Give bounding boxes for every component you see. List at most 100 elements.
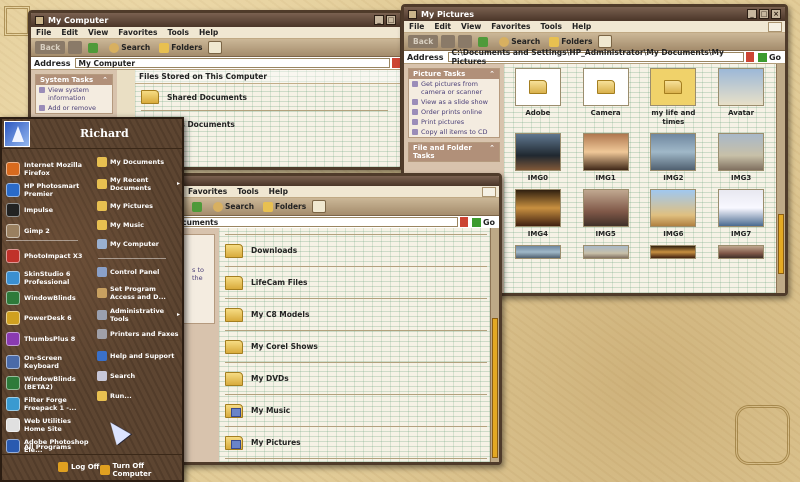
program-item[interactable]: WindowBlinds (4, 291, 92, 305)
menu-view[interactable]: View (456, 22, 486, 31)
program-item[interactable]: Internet Mozilla Firefox (4, 161, 92, 177)
address-dropdown[interactable] (459, 217, 468, 227)
menu-favorites[interactable]: Favorites (183, 187, 232, 196)
vertical-scrollbar[interactable] (490, 228, 499, 462)
menu-file[interactable]: File (31, 28, 56, 37)
thumbnail-item[interactable]: IMG6 (643, 189, 703, 239)
minimize-button[interactable]: _ (374, 15, 384, 25)
folders-button[interactable]: Folders (156, 41, 205, 54)
folder-row[interactable]: My C8 Models (219, 299, 499, 330)
folder-row[interactable]: My Music (219, 395, 499, 426)
folders-button[interactable]: Folders (260, 200, 309, 213)
back-button[interactable]: Back (408, 35, 439, 48)
folder-row[interactable]: My Pictures (219, 427, 499, 458)
scroll-thumb[interactable] (778, 214, 784, 274)
thumbnail-item[interactable]: IMG2 (643, 133, 703, 183)
search-button[interactable]: Search (106, 41, 153, 54)
log-off-button[interactable]: Log Off (58, 462, 99, 472)
folder-row[interactable]: LifeCam Files (219, 267, 499, 298)
titlebar[interactable] (153, 176, 499, 186)
thumbnail-item-partial[interactable] (576, 245, 636, 259)
close-button[interactable]: × (771, 9, 781, 19)
place-item[interactable]: Control Panel (97, 267, 180, 277)
thumbnail-item[interactable]: Adobe (508, 68, 568, 127)
address-dropdown[interactable] (392, 58, 400, 68)
scroll-thumb[interactable] (492, 318, 498, 458)
go-button[interactable]: Go (754, 52, 785, 62)
go-button[interactable]: Go (468, 217, 499, 227)
vertical-scrollbar[interactable] (776, 64, 785, 293)
folder-row[interactable]: My DVDs (219, 363, 499, 394)
task-get-pictures[interactable]: Get pictures from camera or scanner (409, 79, 499, 97)
folder-row[interactable]: My Corel Shows (219, 331, 499, 362)
program-item[interactable]: Gimp 2 (4, 224, 92, 238)
place-item[interactable]: Search (97, 371, 180, 381)
thumbnail-item[interactable]: IMG7 (711, 189, 771, 239)
task-add-remove[interactable]: Add or remove (36, 103, 112, 113)
place-item[interactable]: My Computer (97, 239, 180, 249)
window-my-documents[interactable]: Favorites Tools Help Search Folders ocum… (150, 173, 502, 465)
program-item[interactable]: Impulse (4, 203, 92, 217)
forward-dropdown[interactable] (458, 35, 473, 48)
titlebar[interactable]: My Computer _ □ (31, 13, 400, 27)
folder-row[interactable]: Downloads (219, 235, 499, 266)
menu-help[interactable]: Help (567, 22, 596, 31)
up-folder-button[interactable] (85, 41, 103, 54)
menu-favorites[interactable]: Favorites (486, 22, 535, 31)
program-item[interactable]: PhotoImpact X3 (4, 249, 92, 263)
menu-tools[interactable]: Tools (232, 187, 263, 196)
user-avatar[interactable] (4, 120, 30, 147)
task-print-pictures[interactable]: Print pictures (409, 117, 499, 127)
place-item[interactable]: Printers and Faxes (97, 329, 180, 339)
place-item[interactable]: Set Program Access and D... (97, 285, 180, 301)
views-button[interactable] (598, 35, 613, 48)
folder-row-shared-documents[interactable]: Shared Documents (135, 84, 400, 110)
place-item[interactable]: My Recent Documents ▸ (97, 176, 180, 192)
picture-tasks-header[interactable]: Picture Tasks ⌃ (409, 69, 499, 79)
menu-tools[interactable]: Tools (535, 22, 566, 31)
task-order-prints[interactable]: Order prints online (409, 107, 499, 117)
menu-tools[interactable]: Tools (162, 28, 193, 37)
search-button[interactable]: Search (210, 200, 257, 213)
address-input[interactable]: My Computer (74, 58, 390, 68)
forward-button[interactable] (68, 41, 83, 54)
back-button[interactable]: Back (35, 41, 66, 54)
menu-file[interactable]: File (404, 22, 429, 31)
menu-help[interactable]: Help (264, 187, 293, 196)
program-item[interactable]: ThumbsPlus 8 (4, 332, 92, 346)
titlebar[interactable]: My Pictures _ □ × (404, 7, 785, 21)
all-programs-button[interactable]: All Programs (24, 443, 71, 451)
up-folder-button[interactable] (189, 200, 207, 213)
maximize-button[interactable]: □ (386, 15, 396, 25)
address-dropdown[interactable] (745, 52, 754, 62)
views-button[interactable] (208, 41, 223, 54)
task-view-system-info[interactable]: View system information (36, 85, 112, 103)
file-folder-tasks-header[interactable]: File and Folder Tasks ⌃ (409, 143, 499, 161)
thumbnail-item[interactable]: IMG0 (508, 133, 568, 183)
program-item[interactable]: HP Photosmart Premier (4, 182, 92, 198)
task-slide-show[interactable]: View as a slide show (409, 97, 499, 107)
program-item[interactable]: Web Utilities Home Site (4, 417, 92, 433)
place-item[interactable]: My Pictures (97, 201, 180, 211)
system-tasks-header[interactable]: System Tasks ⌃ (36, 75, 112, 85)
up-folder-button[interactable] (475, 35, 493, 48)
search-button[interactable]: Search (496, 35, 543, 48)
place-item[interactable]: Run... (97, 391, 180, 401)
address-input[interactable]: C:\Documents and Settings\HP_Administrat… (447, 48, 744, 66)
views-button[interactable] (312, 200, 327, 213)
program-item[interactable]: Filter Forge Freepack 1 -... (4, 396, 92, 412)
maximize-button[interactable]: □ (759, 9, 769, 19)
task-copy-to-cd[interactable]: Copy all items to CD (409, 127, 499, 137)
thumbnail-item[interactable]: my life and times (643, 68, 703, 127)
menu-view[interactable]: View (83, 28, 113, 37)
thumbnail-item[interactable]: IMG4 (508, 189, 568, 239)
thumbnail-item-partial[interactable] (711, 245, 771, 259)
forward-button[interactable] (441, 35, 456, 48)
thumbnail-item[interactable]: Avatar (711, 68, 771, 127)
thumbnail-item[interactable]: IMG1 (576, 133, 636, 183)
place-item[interactable]: Help and Support (97, 351, 180, 361)
program-item[interactable]: PowerDesk 6 (4, 311, 92, 325)
menu-edit[interactable]: Edit (56, 28, 83, 37)
thumbnail-item[interactable]: IMG5 (576, 189, 636, 239)
minimize-button[interactable]: _ (747, 9, 757, 19)
